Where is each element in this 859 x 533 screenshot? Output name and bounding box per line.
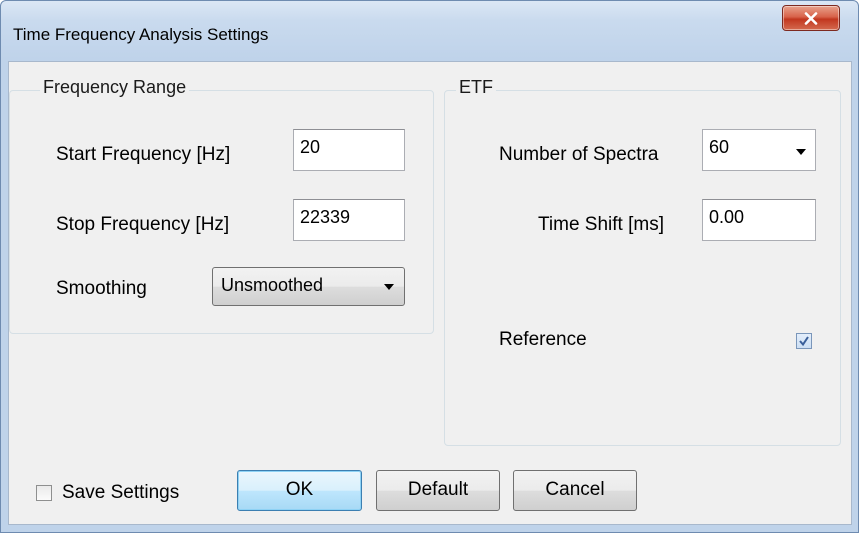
frequency-range-title: Frequency Range [40,77,190,98]
time-shift-input[interactable]: 0.00 [702,199,816,241]
number-of-spectra-label: Number of Spectra [499,144,659,165]
number-of-spectra-dropdown[interactable]: 60 [702,129,816,171]
window-title: Time Frequency Analysis Settings [13,25,269,44]
smoothing-value: Unsmoothed [221,275,324,295]
ok-button[interactable]: OK [237,470,362,511]
close-button[interactable] [782,5,840,31]
reference-label: Reference [499,329,587,350]
start-frequency-label: Start Frequency [Hz] [56,144,231,165]
cancel-button[interactable]: Cancel [513,470,637,511]
chevron-down-icon [796,149,806,155]
stop-frequency-label: Stop Frequency [Hz] [56,214,230,235]
chevron-down-icon [384,284,394,290]
smoothing-label: Smoothing [56,278,147,299]
number-of-spectra-value: 60 [709,137,730,157]
close-icon [804,12,818,25]
save-settings-label: Save Settings [62,482,180,503]
checkmark-icon [799,336,809,347]
etf-title: ETF [456,77,496,98]
dialog-body: Frequency Range Start Frequency [Hz] 20 … [8,61,852,525]
title-bar[interactable]: Time Frequency Analysis Settings [1,1,858,61]
time-shift-label: Time Shift [ms] [538,214,664,235]
settings-dialog: Time Frequency Analysis Settings Frequen… [0,0,859,533]
default-button[interactable]: Default [376,470,500,511]
reference-checkbox[interactable] [796,333,812,349]
smoothing-dropdown[interactable]: Unsmoothed [212,267,405,306]
save-settings-checkbox[interactable] [36,485,52,501]
stop-frequency-input[interactable]: 22339 [293,199,405,241]
start-frequency-input[interactable]: 20 [293,129,405,171]
